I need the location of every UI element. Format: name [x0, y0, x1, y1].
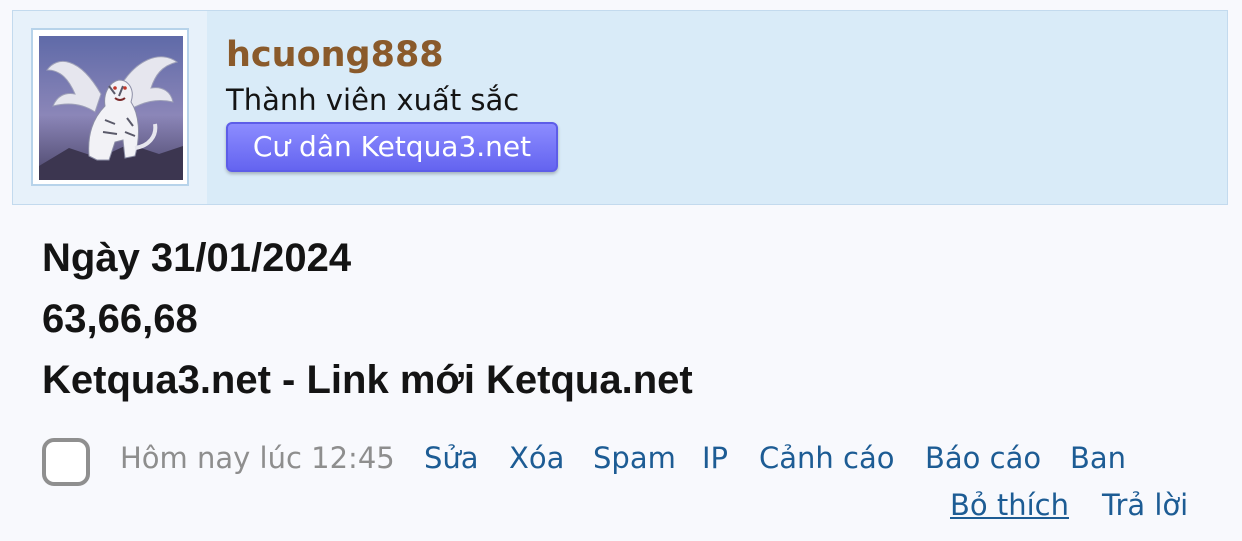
user-title: Thành viên xuất sắc: [226, 83, 520, 117]
post-date[interactable]: Hôm nay lúc 12:45: [120, 441, 395, 475]
select-post-checkbox[interactable]: [42, 438, 90, 486]
ban-link[interactable]: Ban: [1070, 441, 1126, 475]
avatar[interactable]: [31, 28, 189, 186]
reply-link[interactable]: Trả lời: [1102, 488, 1188, 522]
username-link[interactable]: hcuong888: [226, 35, 444, 75]
ip-link[interactable]: IP: [702, 441, 728, 475]
report-link[interactable]: Báo cáo: [925, 441, 1041, 475]
post-user-info: hcuong888 Thành viên xuất sắc Cư dân Ket…: [12, 10, 1228, 205]
spam-link[interactable]: Spam: [593, 441, 676, 475]
edit-link[interactable]: Sửa: [424, 441, 479, 475]
post-message: Ngày 31/01/2024 63,66,68 Ketqua3.net - L…: [42, 228, 693, 411]
unlike-link[interactable]: Bỏ thích: [950, 488, 1069, 522]
winged-tiger-avatar-icon: [39, 36, 183, 180]
user-banner: Cư dân Ketqua3.net: [226, 122, 558, 172]
message-line-date: Ngày 31/01/2024: [42, 236, 352, 280]
message-line-link: Ketqua3.net - Link mới Ketqua.net: [42, 358, 693, 402]
delete-link[interactable]: Xóa: [509, 441, 564, 475]
warn-link[interactable]: Cảnh cáo: [759, 441, 894, 475]
avatar-cell: [13, 11, 207, 204]
message-line-numbers: 63,66,68: [42, 297, 198, 341]
